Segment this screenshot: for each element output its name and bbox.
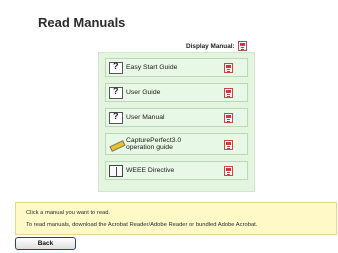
manual-list: Easy Start Guide User Guide User Manual … xyxy=(98,52,255,192)
pdf-icon xyxy=(237,41,247,51)
manual-item-user-guide[interactable]: User Guide xyxy=(105,83,248,102)
pdf-icon[interactable] xyxy=(224,140,233,150)
display-manual-label: Display Manual: xyxy=(186,42,235,50)
manual-item-user-manual[interactable]: User Manual xyxy=(105,108,248,127)
manual-item-label-line1: CapturePerfect3.0 xyxy=(126,137,182,144)
display-manual-header: Display Manual: xyxy=(186,41,247,51)
pdf-icon[interactable] xyxy=(224,88,233,98)
pdf-icon[interactable] xyxy=(224,166,233,176)
help-doc-icon xyxy=(109,61,123,74)
back-button[interactable]: Back xyxy=(15,237,76,250)
pencil-icon xyxy=(109,138,123,150)
manual-item-weee-directive[interactable]: WEEE Directive xyxy=(105,161,248,180)
help-doc-icon xyxy=(109,86,123,99)
book-icon xyxy=(109,164,123,177)
pdf-icon[interactable] xyxy=(224,113,233,123)
pdf-icon[interactable] xyxy=(224,63,233,73)
manual-item-captureperfect-guide[interactable]: CapturePerfect3.0 operation guide xyxy=(105,133,248,155)
read-manuals-page: Read Manuals Display Manual: Easy Start … xyxy=(0,0,338,253)
manual-item-easy-start-guide[interactable]: Easy Start Guide xyxy=(105,58,248,77)
info-line-2: To read manuals, download the Acrobat Re… xyxy=(26,222,258,228)
info-message-box: Click a manual you want to read. To read… xyxy=(15,202,337,235)
info-line-1: Click a manual you want to read. xyxy=(26,210,111,216)
page-title: Read Manuals xyxy=(38,15,126,30)
manual-item-label-line2: operation guide xyxy=(126,144,173,151)
help-doc-icon xyxy=(109,111,123,124)
